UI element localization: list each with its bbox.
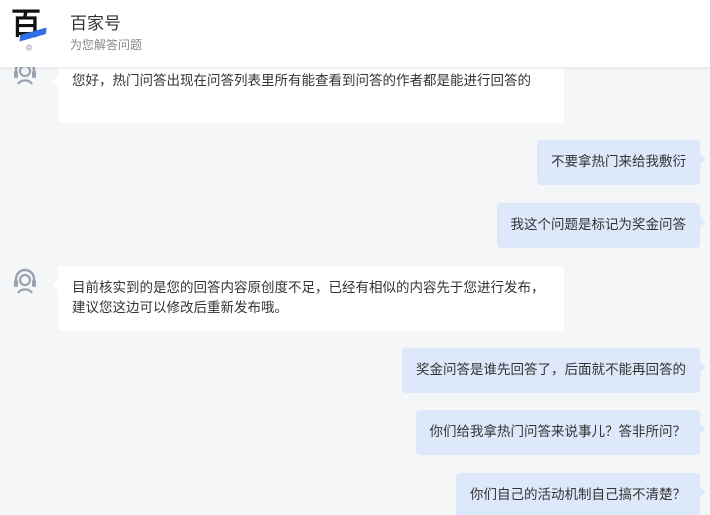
message-bubble-agent: 您好，热门问答出现在问答列表里所有能查看到问答的作者都是能进行回答的 [52,62,564,123]
message-bubble-user: 你们自己的活动机制自己搞不清楚？ [456,473,706,515]
message-bubble-user: 不要拿热门来给我敷衍 [537,140,706,185]
chat-header: 百 ❁ 百家号 为您解答问题 [0,0,710,67]
customer-service-headset-icon [10,265,40,295]
message-bubble-user: 你们给我拿热门问答来说事儿？答非所问？ [415,410,706,455]
message-bubble-user: 奖金问答是谁先回答了，后面就不能再回答的 [402,348,706,393]
baijiahao-logo-icon: 百 ❁ [8,7,56,59]
message-bubble-user: 我这个问题是标记为奖金问答 [496,203,706,248]
chat-title: 百家号 [70,14,121,34]
message-bubble-agent: 目前核实到的是您的回答内容原创度不足，已经有相似的内容先于您进行发布，建议您这边… [52,266,564,331]
chat-subtitle: 为您解答问题 [70,38,143,52]
